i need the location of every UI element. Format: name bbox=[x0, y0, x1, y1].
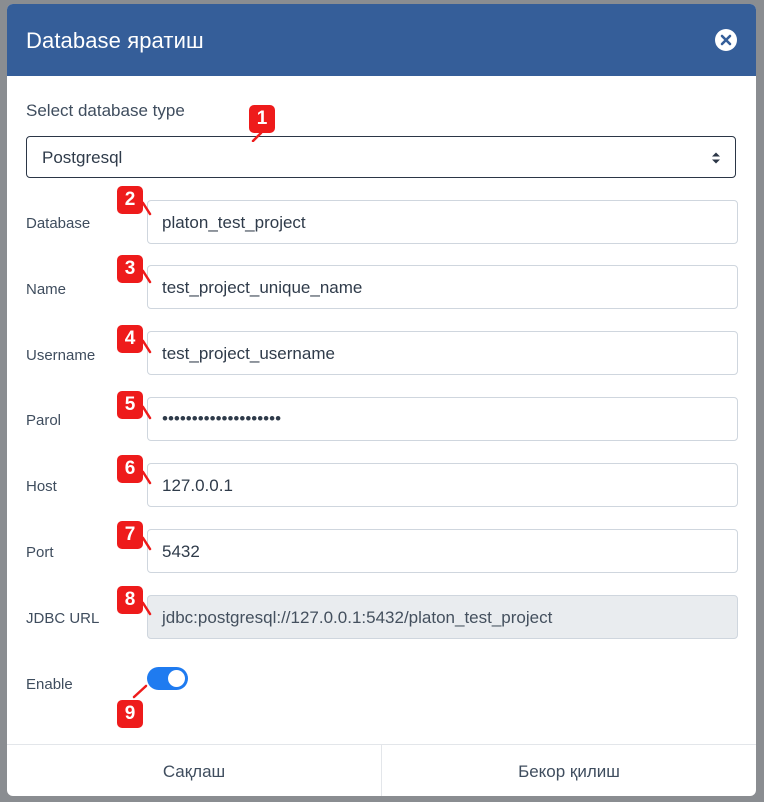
dialog-header: Database яратиш bbox=[7, 4, 756, 76]
username-label: Username bbox=[26, 347, 96, 364]
jdbc-url-label: JDBC URL bbox=[26, 610, 100, 627]
dialog-footer: Сақлаш Бекор қилиш bbox=[7, 744, 756, 796]
toggle-knob bbox=[168, 670, 185, 687]
badge-pointer-9 bbox=[132, 684, 148, 699]
badge-pointer-6 bbox=[141, 470, 152, 485]
save-button[interactable]: Сақлаш bbox=[7, 745, 382, 796]
close-button[interactable] bbox=[715, 29, 737, 51]
badge-pointer-3 bbox=[141, 269, 152, 284]
select-arrows-icon bbox=[712, 152, 720, 164]
badge-pointer-4 bbox=[141, 339, 152, 354]
db-type-label: Select database type bbox=[26, 101, 185, 120]
password-value: •••••••••••••••••••• bbox=[162, 409, 282, 428]
cancel-button[interactable]: Бекор қилиш bbox=[382, 745, 756, 796]
badge-pointer-7 bbox=[141, 536, 152, 551]
close-icon bbox=[720, 34, 732, 46]
enable-label: Enable bbox=[26, 676, 73, 693]
annotation-badge-9: 9 bbox=[117, 700, 143, 728]
host-input[interactable]: 127.0.0.1 bbox=[147, 463, 738, 507]
password-input[interactable]: •••••••••••••••••••• bbox=[147, 397, 738, 441]
database-input[interactable]: platon_test_project bbox=[147, 200, 738, 244]
jdbc-url-input: jdbc:postgresql://127.0.0.1:5432/platon_… bbox=[147, 595, 738, 639]
username-value: test_project_username bbox=[162, 344, 335, 363]
password-label: Parol bbox=[26, 412, 62, 429]
db-type-value: Postgresql bbox=[42, 148, 123, 167]
port-label: Port bbox=[26, 544, 54, 561]
badge-pointer-1 bbox=[251, 132, 263, 142]
annotation-badge-4: 4 bbox=[117, 325, 143, 353]
badge-pointer-2 bbox=[141, 201, 152, 216]
annotation-badge-7: 7 bbox=[117, 521, 143, 549]
annotation-badge-2: 2 bbox=[117, 186, 143, 214]
jdbc-url-value: jdbc:postgresql://127.0.0.1:5432/platon_… bbox=[162, 608, 553, 627]
db-type-select[interactable]: Postgresql bbox=[26, 136, 736, 178]
annotation-badge-8: 8 bbox=[117, 586, 143, 614]
badge-pointer-8 bbox=[141, 601, 152, 616]
host-value: 127.0.0.1 bbox=[162, 476, 233, 495]
database-create-dialog: Database яратиш Select database type Pos… bbox=[7, 4, 756, 796]
name-input[interactable]: test_project_unique_name bbox=[147, 265, 738, 309]
port-value: 5432 bbox=[162, 542, 200, 561]
enable-toggle[interactable] bbox=[147, 667, 188, 690]
name-label: Name bbox=[26, 281, 67, 298]
name-value: test_project_unique_name bbox=[162, 278, 363, 297]
username-input[interactable]: test_project_username bbox=[147, 331, 738, 375]
annotation-badge-5: 5 bbox=[117, 391, 143, 419]
database-label: Database bbox=[26, 215, 91, 232]
dialog-title: Database яратиш bbox=[26, 28, 204, 53]
port-input[interactable]: 5432 bbox=[147, 529, 738, 573]
annotation-badge-3: 3 bbox=[117, 255, 143, 283]
host-label: Host bbox=[26, 478, 57, 495]
badge-pointer-5 bbox=[141, 405, 152, 420]
annotation-badge-1: 1 bbox=[249, 105, 275, 133]
annotation-badge-6: 6 bbox=[117, 455, 143, 483]
database-value: platon_test_project bbox=[162, 213, 306, 232]
